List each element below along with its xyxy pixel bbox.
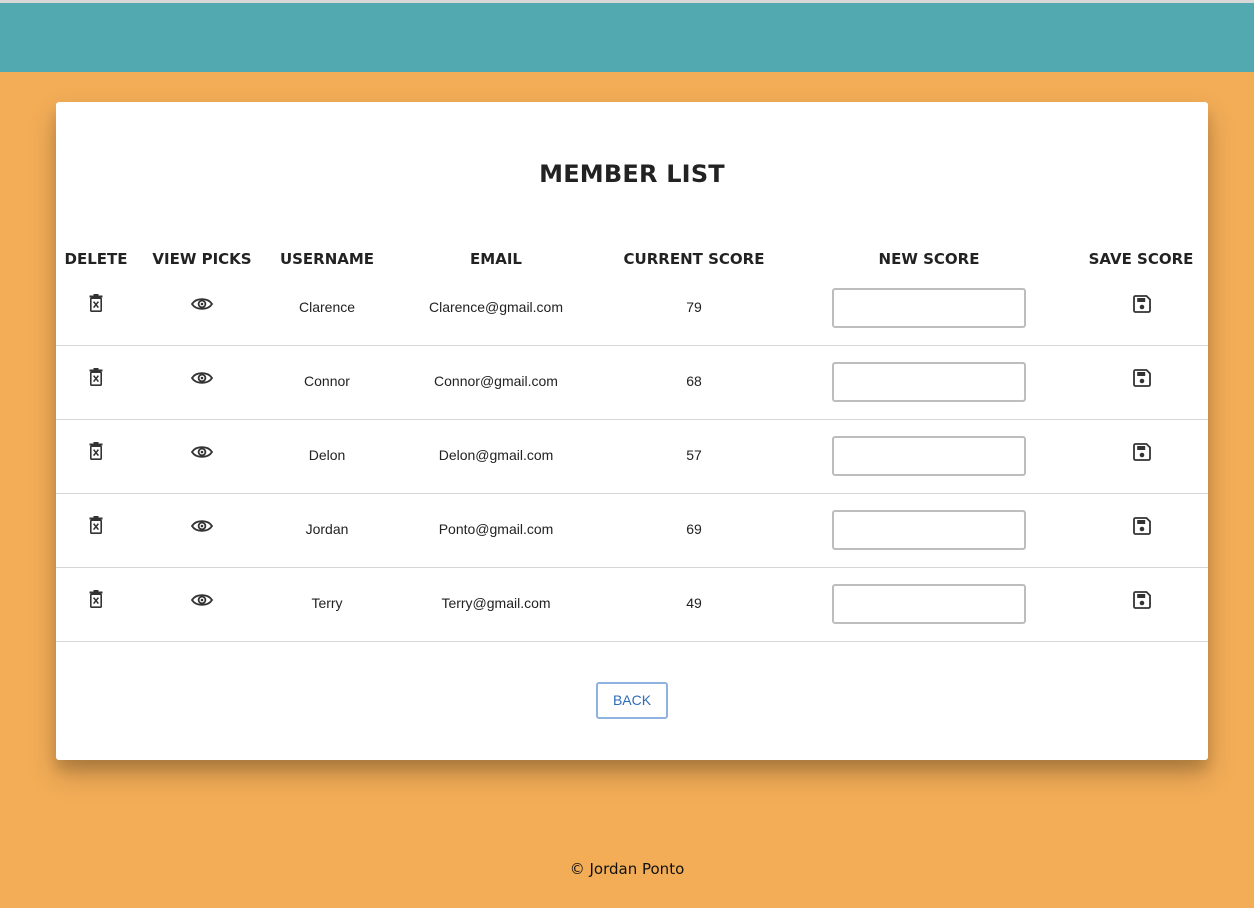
trash-icon[interactable]	[89, 294, 103, 317]
eye-icon[interactable]	[190, 371, 214, 390]
username-cell: Clarence	[298, 299, 356, 315]
new-score-input[interactable]	[832, 436, 1026, 476]
page-title: MEMBER LIST	[539, 160, 725, 188]
floppy-disk-icon[interactable]	[1133, 369, 1151, 392]
email-cell: Delon@gmail.com	[438, 447, 554, 463]
floppy-disk-icon[interactable]	[1133, 295, 1151, 318]
floppy-disk-icon[interactable]	[1133, 517, 1151, 540]
username-cell: Jordan	[305, 521, 349, 537]
email-cell: Clarence@gmail.com	[428, 299, 564, 315]
eye-icon[interactable]	[190, 297, 214, 316]
current-score-cell: 49	[686, 595, 702, 611]
current-score-cell: 57	[686, 447, 702, 463]
table-row: Terry Terry@gmail.com 49	[56, 568, 1208, 642]
floppy-disk-icon[interactable]	[1133, 443, 1151, 466]
trash-icon[interactable]	[89, 516, 103, 539]
new-score-input[interactable]	[832, 288, 1026, 328]
table-row: Clarence Clarence@gmail.com 79	[56, 272, 1208, 346]
column-header-email: EMAIL	[470, 250, 522, 268]
current-score-cell: 79	[686, 299, 702, 315]
eye-icon[interactable]	[190, 593, 214, 612]
trash-icon[interactable]	[89, 368, 103, 391]
trash-icon[interactable]	[89, 442, 103, 465]
username-cell: Terry	[311, 595, 343, 611]
column-header-save-score: SAVE SCORE	[1088, 250, 1194, 268]
eye-icon[interactable]	[190, 519, 214, 538]
trash-icon[interactable]	[89, 590, 103, 613]
email-cell: Terry@gmail.com	[441, 595, 551, 611]
member-list-card: MEMBER LIST DELETE VIEW PICKS USERNAME E…	[56, 102, 1208, 760]
current-score-cell: 68	[686, 373, 702, 389]
username-cell: Connor	[304, 373, 350, 389]
floppy-disk-icon[interactable]	[1133, 591, 1151, 614]
column-header-username: USERNAME	[279, 250, 375, 268]
table-row: Delon Delon@gmail.com 57	[56, 420, 1208, 494]
new-score-input[interactable]	[832, 584, 1026, 624]
column-header-view-picks: VIEW PICKS	[152, 250, 252, 268]
footer-copyright: © Jordan Ponto	[569, 860, 685, 878]
column-header-delete: DELETE	[64, 250, 128, 268]
row-divider	[56, 641, 1208, 642]
column-header-new-score: NEW SCORE	[878, 250, 980, 268]
username-cell: Delon	[308, 447, 346, 463]
current-score-cell: 69	[686, 521, 702, 537]
new-score-input[interactable]	[832, 362, 1026, 402]
email-cell: Connor@gmail.com	[434, 373, 558, 389]
new-score-input[interactable]	[832, 510, 1026, 550]
table-row: Connor Connor@gmail.com 68	[56, 346, 1208, 420]
top-bar	[0, 0, 1254, 72]
table-row: Jordan Ponto@gmail.com 69	[56, 494, 1208, 568]
email-cell: Ponto@gmail.com	[438, 521, 554, 537]
back-button[interactable]: BACK	[596, 682, 668, 719]
column-header-current-score: CURRENT SCORE	[623, 250, 765, 268]
eye-icon[interactable]	[190, 445, 214, 464]
